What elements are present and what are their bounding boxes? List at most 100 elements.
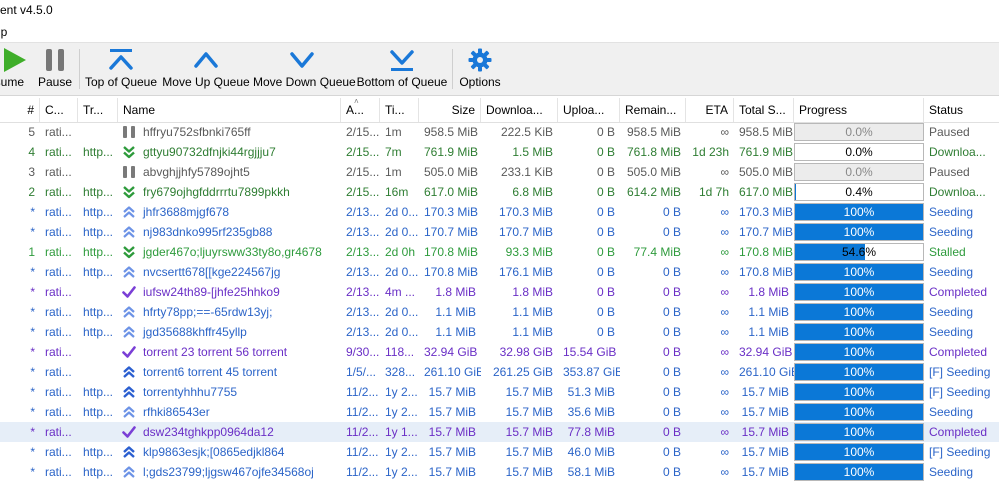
cell-name: dsw234tghkpp0964da12 [143, 425, 274, 439]
cell-uploaded: 0 B [596, 305, 615, 319]
cell-uploaded: 0 B [596, 145, 615, 159]
table-row[interactable]: * rati... http... klp9863esjk;[0865edjkl864… [0, 442, 999, 462]
torrent-table: # C... Tr... Name A... Ti... Size Downlo… [0, 98, 999, 483]
cell-category: rati... [45, 325, 72, 339]
col-downloaded[interactable]: Downloa... [481, 98, 558, 122]
col-category[interactable]: C... [40, 98, 78, 122]
table-row[interactable]: 1 rati... http... jgder467o;ljuyrsww33ty8o,… [0, 242, 999, 262]
cell-time: 2d 0... [385, 205, 419, 219]
forced-seed-icon [122, 385, 136, 399]
bottom-of-queue-label: Bottom of Queue [356, 75, 448, 89]
cell-uploaded: 353.87 GiB [563, 365, 620, 379]
cell-downloaded: 32.98 GiB [499, 345, 553, 359]
table-row[interactable]: * rati... http... torrentyhhhu7755 11/2... 1y… [0, 382, 999, 402]
cell-uploaded: 0 B [596, 125, 615, 139]
cell-name: hfrty78pp;==-65rdw13yj; [143, 305, 273, 319]
cell-queue: * [30, 285, 35, 299]
progress-bar: 100% [794, 283, 924, 301]
bottom-of-queue-button[interactable]: Bottom of Queue [356, 43, 448, 95]
col-remaining[interactable]: Remain... [620, 98, 686, 122]
move-up-queue-button[interactable]: Move Up Queue [162, 43, 250, 95]
cell-name: klp9863esjk;[0865edjkl864 [143, 445, 285, 459]
cell-status: Seeding [929, 325, 974, 339]
col-total-size[interactable]: Total S... [734, 98, 794, 122]
cell-added: 11/2... [346, 385, 379, 399]
toolbar-separator [79, 49, 80, 89]
col-uploaded[interactable]: Uploa... [558, 98, 620, 122]
table-row[interactable]: * rati... http... nvcsertt678[[kge224567jg 2… [0, 262, 999, 282]
col-added[interactable]: A... [341, 98, 380, 122]
cell-eta: ∞ [720, 265, 729, 279]
resume-button[interactable]: esume [0, 43, 32, 95]
cell-queue: * [30, 445, 35, 459]
cell-time: 1m [385, 165, 402, 179]
seed-icon [122, 205, 136, 219]
pause-icon [122, 165, 136, 179]
col-tracker[interactable]: Tr... [78, 98, 118, 122]
progress-bar: 100% [794, 263, 924, 281]
table-row[interactable]: 4 rati... http... gttyu90732dfnjki44rgjjju7… [0, 142, 999, 162]
col-eta[interactable]: ETA [686, 98, 734, 122]
top-of-queue-button[interactable]: Top of Queue [84, 43, 158, 95]
cell-remaining: 77.4 MiB [633, 245, 681, 259]
col-progress[interactable]: Progress [794, 98, 924, 122]
cell-queue: 4 [28, 145, 35, 159]
col-queue[interactable]: # [0, 98, 40, 122]
table-row[interactable]: * rati... http... hfrty78pp;==-65rdw13yj; 2/… [0, 302, 999, 322]
cell-tracker [78, 162, 118, 182]
col-name[interactable]: Name [118, 98, 341, 122]
cell-eta: ∞ [720, 285, 729, 299]
progress-text: 0.0% [845, 125, 873, 139]
progress-text: 100% [843, 345, 875, 359]
cell-total-size: 170.8 MiB [739, 245, 794, 259]
seed-icon [122, 465, 136, 479]
download-icon [122, 185, 136, 199]
cell-total-size: 958.5 MiB [739, 125, 794, 139]
cell-eta: ∞ [720, 405, 729, 419]
cell-name: nvcsertt678[[kge224567jg [143, 265, 281, 279]
top-of-queue-icon [109, 49, 133, 70]
table-row[interactable]: * rati... http... jgd35688khffr45yllp 2/13..… [0, 322, 999, 342]
pause-icon [122, 125, 136, 139]
table-row[interactable]: * rati... http... jhfr3688mjgf678 2/13... 2d … [0, 202, 999, 222]
col-status[interactable]: Status [924, 98, 999, 122]
pause-button[interactable]: Pause [35, 43, 75, 95]
cell-status: Stalled [929, 245, 966, 259]
cell-category: rati... [45, 405, 72, 419]
cell-eta: 1d 23h [692, 145, 729, 159]
table-row[interactable]: * rati... http... l;gds23799;ljgsw467ojfe34… [0, 462, 999, 482]
progress-text: 100% [843, 265, 875, 279]
col-time[interactable]: Ti... [380, 98, 419, 122]
table-row[interactable]: * rati... torrent6 torrent 45 torrent 1/5/.… [0, 362, 999, 382]
table-row[interactable]: 5 rati... hffryu752sfbnki765ff 2/15... 1m 958… [0, 122, 999, 142]
table-row[interactable]: * rati... http... rfhki86543er 11/2... 1y 2..… [0, 402, 999, 422]
cell-tracker [78, 342, 118, 362]
progress-text: 100% [843, 465, 875, 479]
menu-item-help[interactable]: lp [0, 25, 7, 39]
table-row[interactable]: * rati... torrent 23 torrent 56 torrent 9/3… [0, 342, 999, 362]
move-down-queue-button[interactable]: Move Down Queue [253, 43, 356, 95]
cell-downloaded: 15.7 MiB [505, 405, 553, 419]
cell-total-size: 15.7 MiB [741, 445, 789, 459]
cell-eta: ∞ [720, 445, 729, 459]
cell-queue: * [30, 405, 35, 419]
options-button[interactable]: Options [457, 43, 503, 95]
download-icon [122, 145, 136, 159]
table-row[interactable]: * rati... http... nj983dnko995rf235gb88 2/13… [0, 222, 999, 242]
table-row[interactable]: 3 rati... abvghjjhfy5789ojht5 2/15... 1m 505.… [0, 162, 999, 182]
cell-remaining: 614.2 MiB [626, 185, 681, 199]
cell-remaining: 0 B [662, 265, 681, 279]
table-row[interactable]: 2 rati... http... fry679ojhgfddrrrtu7899pkk… [0, 182, 999, 202]
cell-category: rati... [45, 185, 72, 199]
gear-icon [468, 48, 492, 72]
progress-bar: 100% [794, 443, 924, 461]
cell-remaining: 761.8 MiB [626, 145, 681, 159]
cell-time: 1y 2... [385, 465, 418, 479]
table-row[interactable]: * rati... iufsw24th89-[jhfe25hhko9 2/13... 4… [0, 282, 999, 302]
seed-icon [122, 265, 136, 279]
cell-queue: 3 [28, 165, 35, 179]
cell-status: [F] Seeding [929, 445, 991, 459]
col-size[interactable]: Size [419, 98, 481, 122]
table-row[interactable]: * rati... dsw234tghkpp0964da12 11/2... 1y 1.… [0, 422, 999, 442]
cell-total-size: 170.8 MiB [739, 265, 794, 279]
